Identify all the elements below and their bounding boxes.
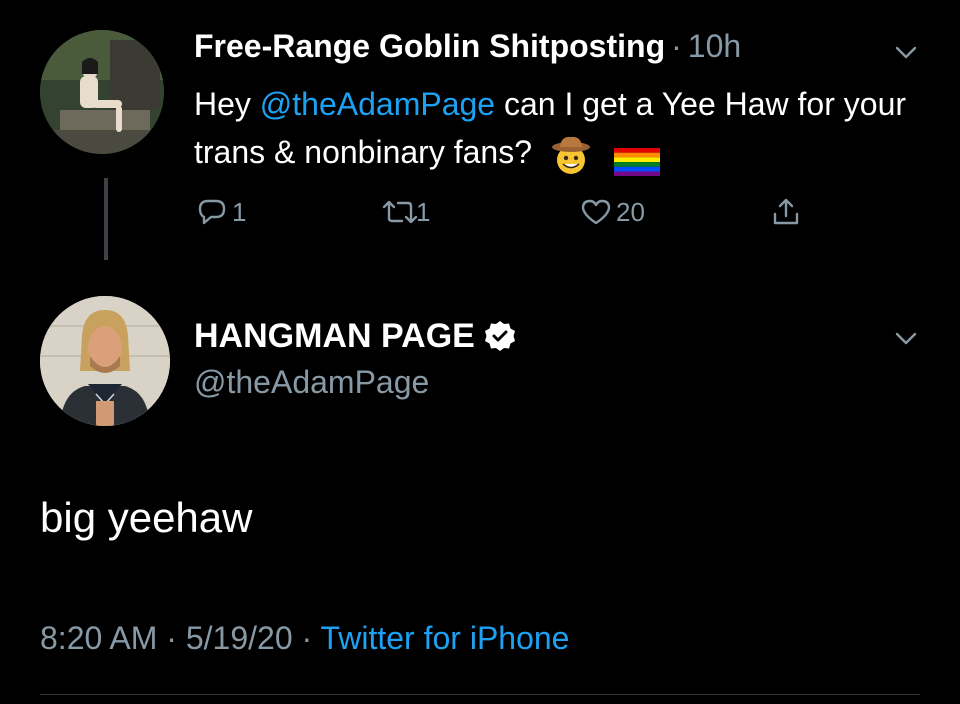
main-author-avatar[interactable] — [40, 296, 170, 426]
share-icon — [770, 196, 802, 228]
reply-header: Free-Range Goblin Shitposting · 10h — [194, 28, 741, 72]
retweet-count: 1 — [416, 196, 431, 227]
reply-author-name[interactable]: Free-Range Goblin Shitposting — [194, 28, 665, 65]
main-author-name[interactable]: HANGMAN PAGE — [194, 317, 475, 356]
reply-text-before: Hey — [194, 86, 260, 122]
reply-count: 1 — [232, 196, 247, 227]
heart-icon — [580, 196, 612, 228]
meta-separator-2: · — [301, 620, 313, 656]
like-action[interactable]: 20 — [580, 192, 645, 232]
tweet-metadata: 8:20 AM · 5/19/20 · Twitter for iPhone — [40, 620, 569, 657]
main-tweet-text: big yeehaw — [40, 494, 253, 541]
tweet-time[interactable]: 8:20 AM — [40, 620, 157, 656]
cowboy-face-icon — [549, 133, 593, 177]
chevron-down-icon[interactable] — [892, 38, 920, 66]
chevron-down-icon[interactable] — [892, 324, 920, 352]
reply-icon — [196, 196, 228, 228]
tweet-source-link[interactable]: Twitter for iPhone — [320, 620, 569, 656]
divider — [40, 694, 920, 695]
share-action[interactable] — [770, 192, 802, 232]
main-author-handle[interactable]: @theAdamPage — [194, 364, 429, 401]
thread-line — [104, 178, 108, 260]
reply-separator: · — [671, 28, 682, 64]
like-count: 20 — [616, 196, 645, 227]
reply-mention-link[interactable]: @theAdamPage — [260, 86, 495, 122]
reply-text: Hey @theAdamPage can I get a Yee Haw for… — [194, 80, 914, 177]
verified-badge-icon — [483, 319, 517, 353]
rainbow-flag-icon — [613, 141, 660, 176]
main-author-name-row: HANGMAN PAGE — [194, 314, 517, 358]
reply-action[interactable]: 1 — [196, 192, 246, 232]
retweet-action[interactable]: 1 — [380, 192, 430, 232]
reply-time[interactable]: 10h — [688, 28, 741, 65]
retweet-icon — [380, 196, 418, 228]
meta-separator-1: · — [166, 620, 177, 656]
tweet-date[interactable]: 5/19/20 — [186, 620, 293, 656]
reply-author-avatar[interactable] — [40, 30, 164, 154]
